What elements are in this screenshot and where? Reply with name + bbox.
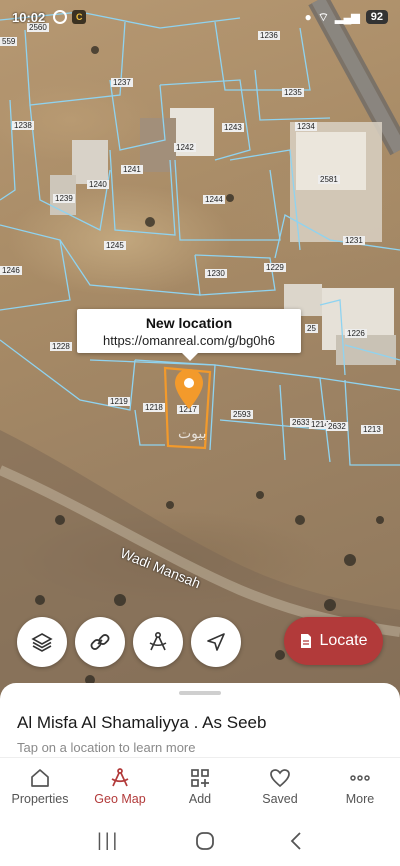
nav-saved[interactable]: Saved <box>240 758 320 815</box>
parcel-label: 1234 <box>295 122 317 131</box>
parcel-label: 1241 <box>121 165 143 174</box>
locate-button[interactable]: Locate <box>284 617 383 665</box>
home-button[interactable] <box>195 831 215 851</box>
parcel-label: 1226 <box>345 329 367 338</box>
location-pin-icon[interactable] <box>173 367 205 411</box>
battery-indicator: 92 <box>365 10 388 24</box>
parcel-label: 1230 <box>205 269 227 278</box>
link-icon <box>90 634 110 650</box>
parcel-label: 2593 <box>231 410 253 419</box>
parcel-label: 559 <box>0 37 18 46</box>
home-icon <box>31 769 49 787</box>
bottom-nav: Properties Geo Map Add Saved More <box>0 757 400 815</box>
draw-area-button[interactable] <box>133 617 183 667</box>
nav-more[interactable]: More <box>320 758 400 815</box>
document-icon <box>301 634 312 648</box>
signal-icon: ▂▄▆ <box>335 11 360 24</box>
nav-add[interactable]: Add <box>160 758 240 815</box>
nav-label: Saved <box>262 792 298 806</box>
parcel-label: 1235 <box>282 88 304 97</box>
location-tooltip[interactable]: New location https://omanreal.com/g/bg0h… <box>77 309 301 361</box>
nav-label: More <box>345 792 375 806</box>
status-right: ● ⌔ ▂▄▆ 92 <box>304 9 388 25</box>
parcel-label: 1219 <box>108 397 130 406</box>
nav-label: Properties <box>11 792 69 806</box>
status-time: 10:02 <box>12 9 46 25</box>
locate-label: Locate <box>319 632 368 649</box>
parcel-label: 1239 <box>53 194 75 203</box>
recent-apps-button[interactable]: ||| <box>97 830 120 851</box>
parcel-label: 1213 <box>361 425 383 434</box>
parcel-label: 1242 <box>174 143 196 152</box>
parcel-label: 2632 <box>326 422 348 431</box>
parcel-label: 1231 <box>343 236 365 245</box>
compass-draw-icon <box>149 631 167 651</box>
place-name: Al Misfa Al Shamaliyya . As Seeb <box>17 713 267 732</box>
watermark: بيوت <box>178 425 207 441</box>
navigation-arrow-icon <box>207 633 225 651</box>
tooltip-url[interactable]: https://omanreal.com/g/bg0h6 <box>77 333 301 348</box>
layers-button[interactable] <box>17 617 67 667</box>
parcel-label: 1229 <box>264 263 286 272</box>
nav-geo-map[interactable]: Geo Map <box>80 758 160 815</box>
parcel-label: 1245 <box>104 241 126 250</box>
parcel-label: 1246 <box>0 266 22 275</box>
tooltip-arrow <box>182 353 198 361</box>
screen: 2560 559 1236 1237 1235 1238 1243 1234 1… <box>0 0 400 866</box>
share-link-button[interactable] <box>75 617 125 667</box>
parcel-label: 1243 <box>222 123 244 132</box>
parcel-label: 1240 <box>87 180 109 189</box>
nav-label: Add <box>188 792 212 806</box>
parcel-label: 1237 <box>111 78 133 87</box>
app-notification-icon: C <box>72 10 87 24</box>
add-grid-icon <box>191 769 209 787</box>
tooltip-title: New location <box>145 315 233 331</box>
parcel-label: 1218 <box>143 403 165 412</box>
nav-label: Geo Map <box>94 792 146 806</box>
parcel-label: 1228 <box>50 342 72 351</box>
layers-icon <box>31 633 53 652</box>
parcel-label: 1238 <box>12 121 34 130</box>
parcel-label: 2581 <box>318 175 340 184</box>
wifi-icon: ⌔ <box>317 9 330 24</box>
parcel-labels: 2560 559 1236 1237 1235 1238 1243 1234 1… <box>0 0 400 720</box>
parcel-label: 1244 <box>203 195 225 204</box>
parcel-label: 25 <box>305 324 318 333</box>
more-dots-icon <box>350 775 370 781</box>
system-nav-bar: ||| <box>0 815 400 866</box>
sheet-handle[interactable] <box>179 691 221 695</box>
navigate-button[interactable] <box>191 617 241 667</box>
location-status-icon: ● <box>304 10 312 24</box>
sheet-hint: Tap on a location to learn more <box>17 740 196 755</box>
whatsapp-icon <box>53 10 68 24</box>
status-bar: 10:02 C ● ⌔ ▂▄▆ 92 <box>0 0 400 34</box>
nav-properties[interactable]: Properties <box>0 758 80 815</box>
satellite-map[interactable]: 2560 559 1236 1237 1235 1238 1243 1234 1… <box>0 0 400 720</box>
geo-map-icon <box>111 768 129 787</box>
bottom-sheet[interactable]: Al Misfa Al Shamaliyya . As Seeb Tap on … <box>0 683 400 763</box>
back-button[interactable] <box>289 831 303 851</box>
heart-icon <box>270 769 290 788</box>
